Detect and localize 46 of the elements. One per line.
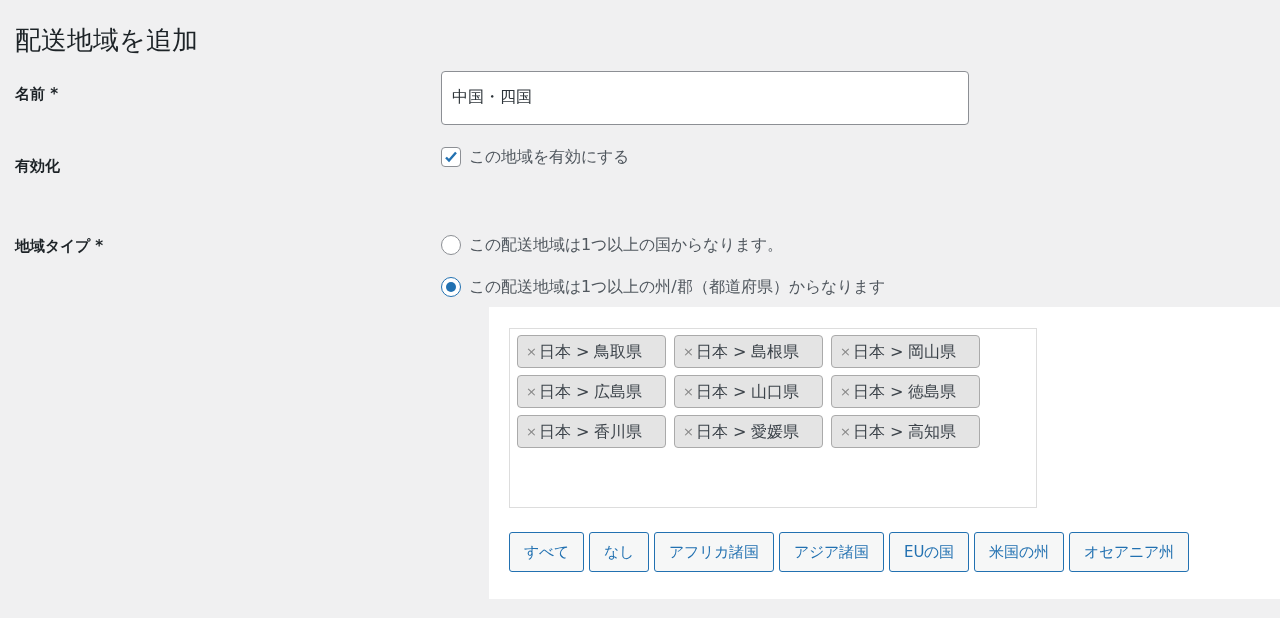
field-label: 有効化 <box>14 155 61 177</box>
name-field[interactable]: 中国・四国 <box>441 70 969 125</box>
tag-label: 日本 > 徳島県 <box>852 380 957 403</box>
tag-label: 日本 > 山口県 <box>695 380 800 403</box>
region-tag[interactable]: ×日本 > 高知県 <box>831 415 980 449</box>
quick-select-button[interactable]: オセアニア州 <box>1069 532 1190 573</box>
remove-tag-icon[interactable]: × <box>683 342 694 362</box>
tag-label: 日本 > 岡山県 <box>852 340 957 363</box>
region-tag[interactable]: ×日本 > 広島県 <box>517 375 666 409</box>
tag-label: 日本 > 愛媛県 <box>695 420 800 443</box>
remove-tag-icon[interactable]: × <box>526 382 537 402</box>
quick-select-button[interactable]: すべて <box>509 532 584 573</box>
region-tag[interactable]: ×日本 > 香川県 <box>517 415 666 449</box>
option-label: この地域を有効にする <box>469 146 629 169</box>
remove-tag-icon[interactable]: × <box>683 422 694 442</box>
region-select-box[interactable]: ×日本 > 鳥取県 ×日本 > 島根県 ×日本 > 岡山県 ×日本 > 広島県 ×日本 > 山口県 ×日本 > 徳島県 ×日本 > 香川県 ×日本 > 愛媛県 ×日本 > 高知県 <box>509 328 1037 509</box>
checkbox[interactable] <box>441 147 461 168</box>
quick-select-button[interactable]: 米国の州 <box>974 532 1065 573</box>
remove-tag-icon[interactable]: × <box>840 382 851 402</box>
tag-label: 日本 > 高知県 <box>852 420 957 443</box>
quick-select-button[interactable]: アジア諸国 <box>779 532 884 573</box>
field-label: 名前 * <box>14 83 60 105</box>
remove-tag-icon[interactable]: × <box>526 422 537 442</box>
region-tag[interactable]: ×日本 > 鳥取県 <box>517 335 666 369</box>
tag-label: 日本 > 島根県 <box>695 340 800 363</box>
remove-tag-icon[interactable]: × <box>840 342 851 362</box>
region-tag[interactable]: ×日本 > 愛媛県 <box>674 415 823 449</box>
radio-button[interactable] <box>441 235 461 256</box>
field-label: 地域タイプ * <box>13 236 105 258</box>
radio-button[interactable] <box>441 277 461 298</box>
tag-label: 日本 > 鳥取県 <box>538 340 643 363</box>
remove-tag-icon[interactable]: × <box>526 342 537 362</box>
option-label: この配送地域は1つ以上の国からなります。 <box>469 234 784 257</box>
page-title: 配送地域を追加 <box>15 24 199 57</box>
quick-select-button[interactable]: アフリカ諸国 <box>654 532 774 573</box>
remove-tag-icon[interactable]: × <box>840 422 851 442</box>
region-tag[interactable]: ×日本 > 徳島県 <box>831 375 980 409</box>
region-tag[interactable]: ×日本 > 岡山県 <box>831 335 980 369</box>
option-label: この配送地域は1つ以上の州/郡（都道府県）からなります <box>469 276 885 299</box>
remove-tag-icon[interactable]: × <box>683 382 694 402</box>
tag-label: 日本 > 香川県 <box>538 420 643 443</box>
region-tag[interactable]: ×日本 > 山口県 <box>674 375 823 409</box>
region-tag[interactable]: ×日本 > 島根県 <box>674 335 823 369</box>
quick-select-button[interactable]: なし <box>589 532 649 573</box>
quick-select-button[interactable]: EUの国 <box>889 532 970 573</box>
tag-label: 日本 > 広島県 <box>538 380 643 403</box>
